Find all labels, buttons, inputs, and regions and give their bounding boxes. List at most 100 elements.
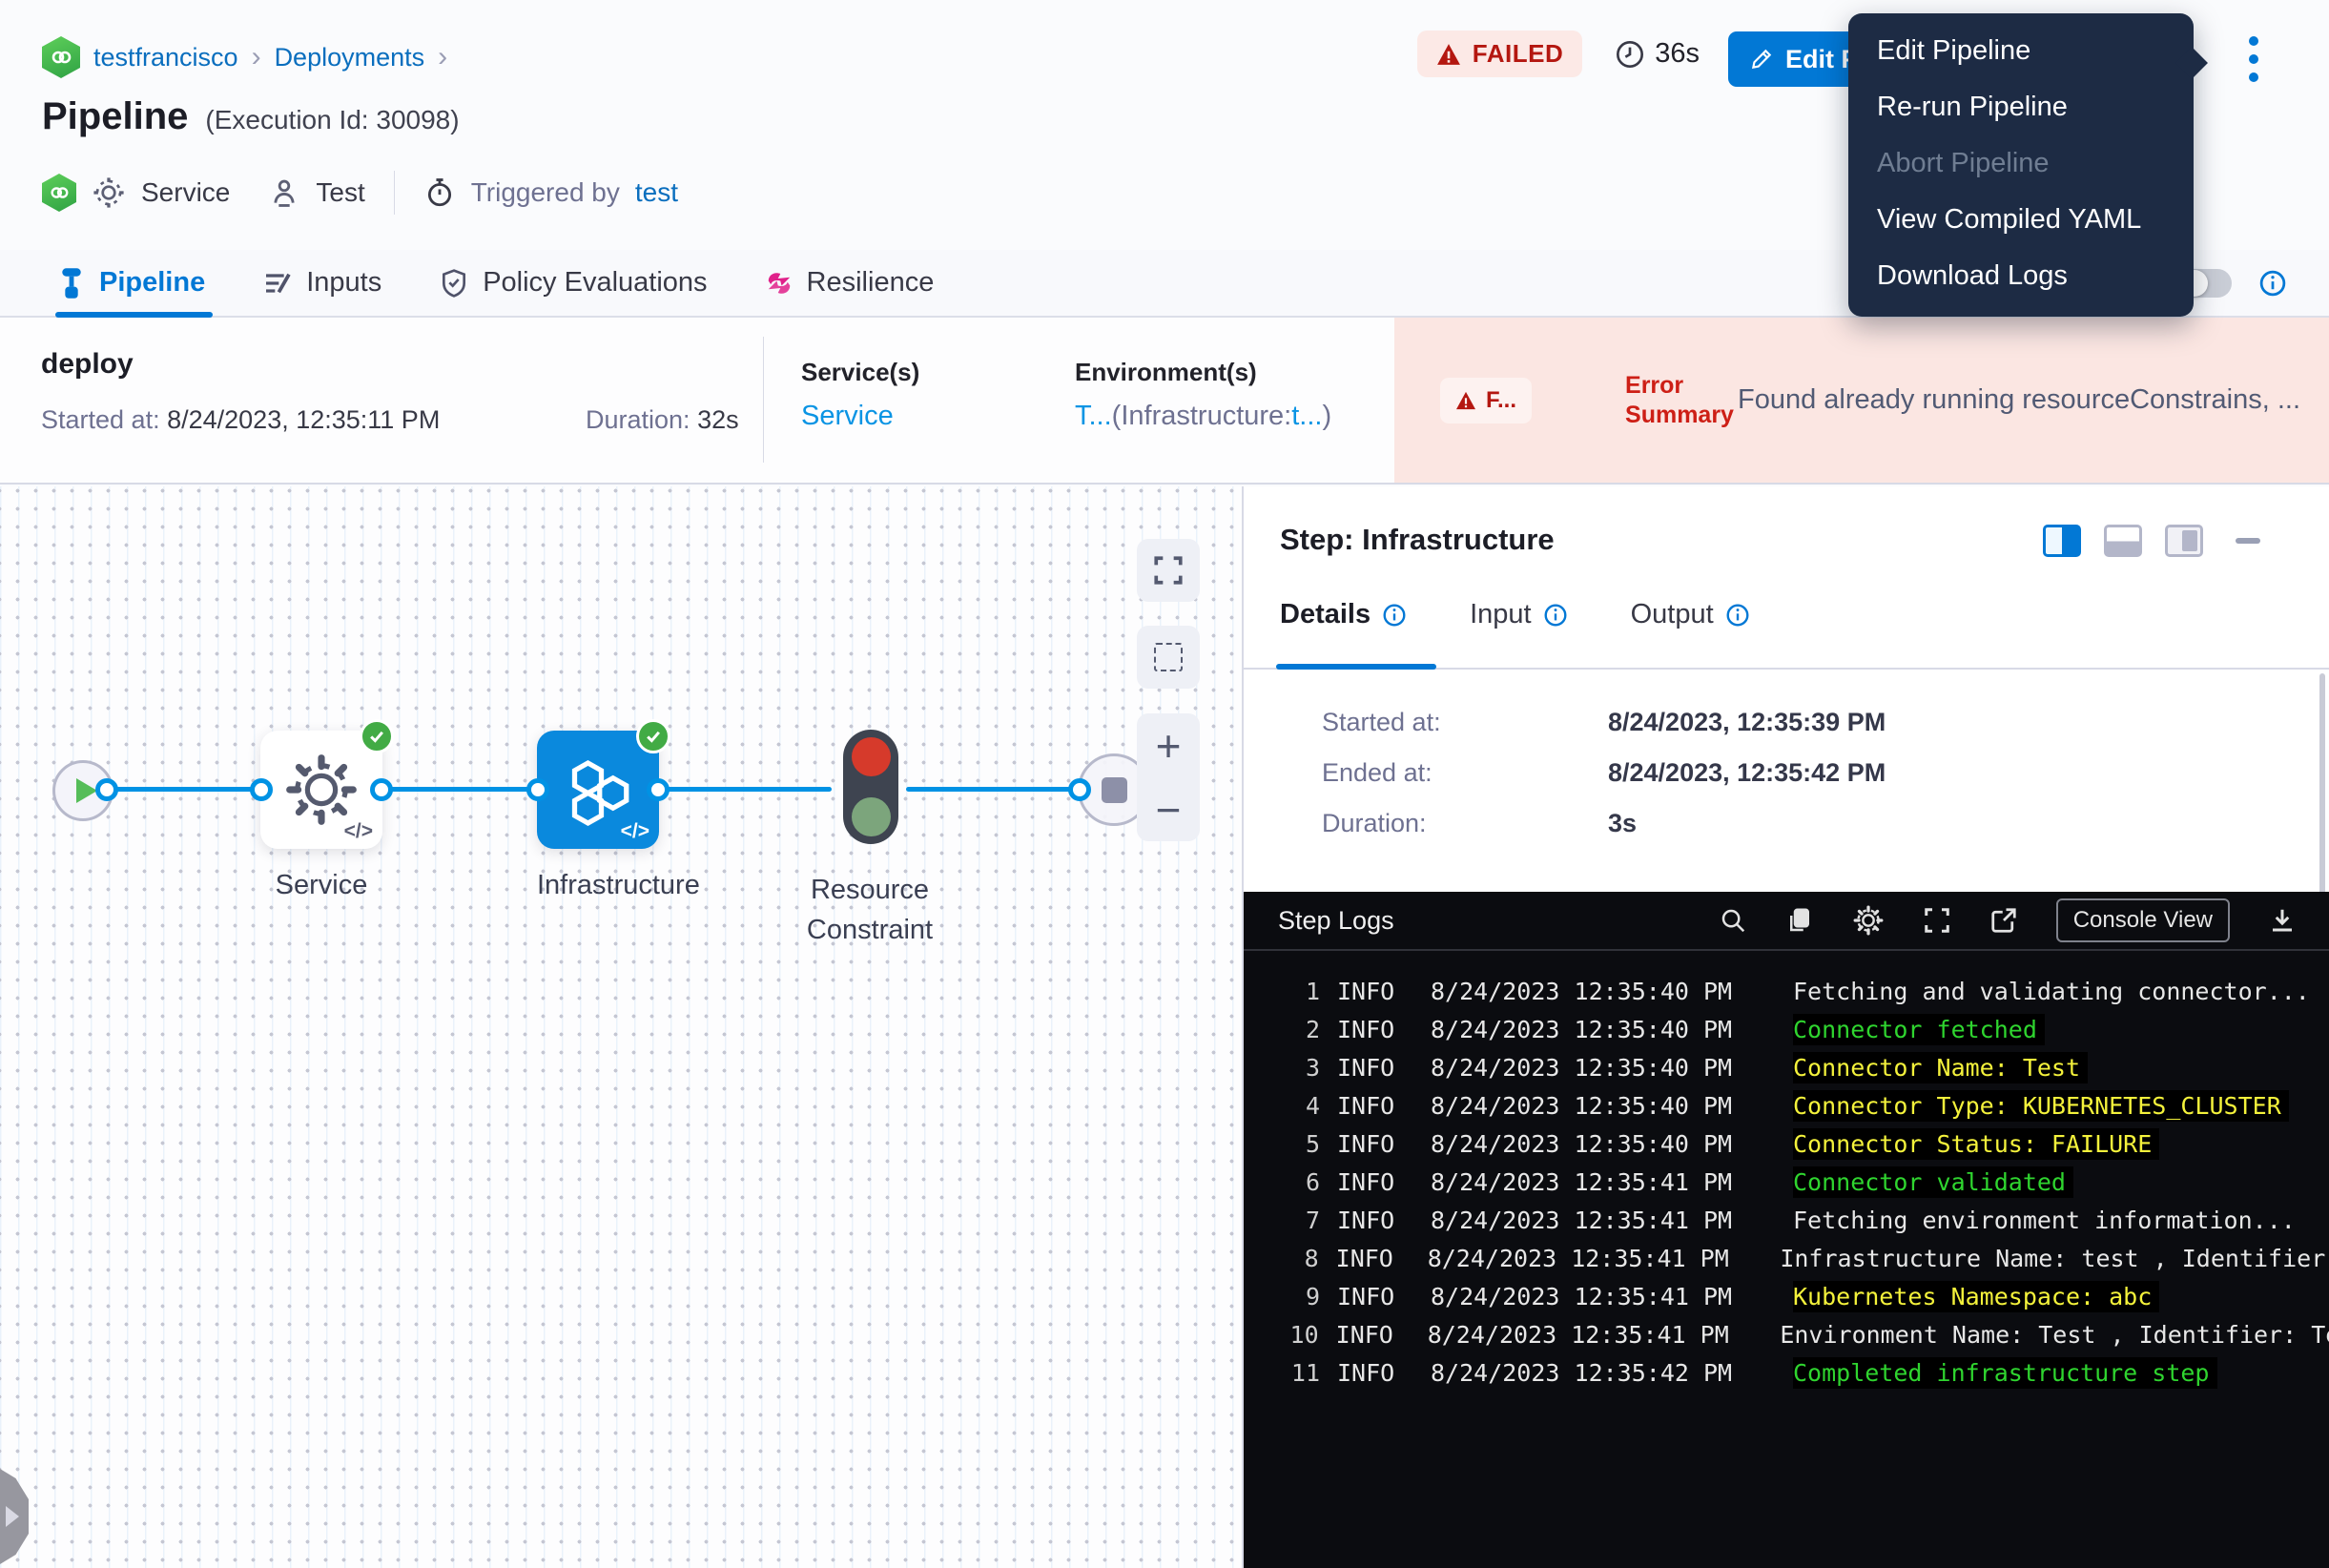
duration-chip: 36s — [1615, 38, 1700, 70]
more-options-button[interactable] — [2239, 34, 2268, 84]
menu-item-rerun-pipeline[interactable]: Re-run Pipeline — [1848, 79, 2194, 135]
tab-label: Resilience — [807, 267, 935, 299]
pipeline-canvas[interactable]: </> Service </> Infrastructure Resource … — [0, 486, 1242, 1568]
shield-check-icon — [439, 268, 469, 299]
menu-item-abort-pipeline[interactable]: Abort Pipeline — [1848, 135, 2194, 192]
code-glyph: </> — [344, 820, 373, 843]
log-row: 9INFO8/24/2023 12:35:41 PMKubernetes Nam… — [1244, 1277, 2329, 1315]
edge — [103, 787, 265, 792]
info-icon[interactable] — [1725, 603, 1750, 628]
tab-label: Inputs — [306, 267, 381, 299]
layout-horizontal-split-icon[interactable] — [2104, 525, 2142, 557]
edge — [906, 787, 1089, 792]
page-title: Pipeline — [42, 95, 188, 138]
tab-label: Policy Evaluations — [483, 267, 707, 299]
minimize-panel-button[interactable] — [2236, 538, 2260, 544]
logs-toolbar: Console View — [1719, 898, 2297, 942]
chevron-right-icon: › — [252, 41, 261, 73]
edge-port — [647, 778, 670, 801]
main-area: </> Service </> Infrastructure Resource … — [0, 486, 2329, 1568]
pencil-icon — [1749, 47, 1774, 72]
node-service[interactable]: </> — [260, 731, 382, 849]
tab-input[interactable]: Input — [1470, 599, 1568, 630]
environment-link[interactable]: T... — [1075, 401, 1112, 431]
search-icon[interactable] — [1719, 906, 1747, 935]
log-row: 2INFO8/24/2023 12:35:40 PMConnector fetc… — [1244, 1010, 2329, 1048]
service-tag-label[interactable]: Service — [141, 177, 230, 208]
field-row: Ended at: 8/24/2023, 12:35:42 PM — [1322, 758, 1886, 788]
hexagons-icon — [558, 750, 638, 830]
node-label-resource-constraint: Resource Constraint — [763, 870, 977, 950]
menu-item-edit-pipeline[interactable]: Edit Pipeline — [1848, 23, 2194, 79]
error-summary-region: F... Error Summary Found already running… — [1394, 318, 2329, 483]
tab-policy-evaluations[interactable]: Policy Evaluations — [439, 250, 707, 316]
tab-resilience[interactable]: Resilience — [765, 250, 935, 316]
info-icon[interactable] — [2258, 269, 2287, 298]
panel-tabs: Details Input Output — [1280, 599, 1750, 630]
pipeline-icon — [57, 267, 86, 299]
warning-icon — [1455, 391, 1476, 410]
app-root: testfrancisco › Deployments › Pipeline (… — [0, 0, 2329, 1568]
canvas-select-button[interactable] — [1137, 626, 1200, 689]
log-row: 11INFO8/24/2023 12:35:42 PMCompleted inf… — [1244, 1353, 2329, 1392]
breadcrumb-deployments-link[interactable]: Deployments — [275, 43, 425, 72]
step-logs-panel: Step Logs — [1244, 892, 2329, 1568]
panel-expand-handle[interactable] — [0, 1469, 29, 1564]
inputs-icon — [262, 268, 293, 299]
tab-inputs[interactable]: Inputs — [262, 250, 381, 316]
breadcrumb-project-link[interactable]: testfrancisco — [93, 43, 238, 72]
chevron-right-icon: › — [438, 41, 447, 73]
test-tag-label[interactable]: Test — [316, 177, 364, 208]
environments-column: Environment(s) T...(Infrastructure:t...) — [1075, 358, 1331, 432]
stage-name[interactable]: deploy — [41, 348, 134, 381]
canvas-fullscreen-button[interactable] — [1137, 539, 1200, 602]
step-details-panel: Step: Infrastructure Details Input — [1242, 486, 2329, 1568]
log-row: 1INFO8/24/2023 12:35:40 PMFetching and v… — [1244, 972, 2329, 1010]
module-icon — [42, 174, 76, 212]
services-label: Service(s) — [801, 358, 919, 387]
fullscreen-icon[interactable] — [1923, 906, 1951, 935]
info-icon[interactable] — [1543, 603, 1568, 628]
tab-label: Input — [1470, 599, 1532, 630]
edge-port — [1068, 778, 1091, 801]
layout-right-panel-icon[interactable] — [2165, 525, 2203, 557]
edge-port — [370, 778, 393, 801]
node-resource-constraint[interactable] — [843, 730, 898, 844]
step-details-fields: Started at: 8/24/2023, 12:35:39 PM Ended… — [1322, 708, 1886, 838]
infrastructure-link[interactable]: t... — [1291, 401, 1322, 431]
info-icon[interactable] — [1382, 603, 1407, 628]
download-icon[interactable] — [2268, 906, 2297, 935]
tab-output[interactable]: Output — [1631, 599, 1750, 630]
console-view-button[interactable]: Console View — [2056, 898, 2230, 942]
tab-details[interactable]: Details — [1280, 599, 1407, 630]
node-infrastructure[interactable]: </> — [537, 731, 659, 849]
error-summary-label: Error Summary — [1625, 371, 1738, 430]
service-link[interactable]: Service — [801, 401, 919, 432]
zoom-in-button[interactable]: + — [1156, 724, 1182, 768]
breadcrumb: testfrancisco › Deployments › — [42, 36, 447, 78]
external-link-icon[interactable] — [1989, 906, 2018, 935]
started-value: 8/24/2023, 12:35:11 PM — [167, 405, 440, 434]
menu-item-download-logs[interactable]: Download Logs — [1848, 248, 2194, 304]
tab-pipeline[interactable]: Pipeline — [57, 250, 205, 316]
error-summary-message[interactable]: Found already running resourceConstrains… — [1738, 384, 2300, 416]
gear-icon[interactable] — [1852, 904, 1885, 937]
gear-icon — [92, 175, 126, 210]
services-column: Service(s) Service — [801, 358, 919, 432]
zoom-out-button[interactable]: − — [1156, 788, 1182, 832]
layout-vertical-split-icon[interactable] — [2043, 525, 2081, 557]
divider — [763, 337, 764, 463]
field-value: 8/24/2023, 12:35:42 PM — [1608, 758, 1886, 788]
expand-arrow-icon — [6, 1506, 19, 1527]
stop-icon — [1102, 777, 1127, 803]
menu-item-view-compiled-yaml[interactable]: View Compiled YAML — [1848, 192, 2194, 248]
log-row: 6INFO8/24/2023 12:35:41 PMConnector vali… — [1244, 1163, 2329, 1201]
log-list: 1INFO8/24/2023 12:35:40 PMFetching and v… — [1244, 951, 2329, 1392]
copy-icon[interactable] — [1785, 906, 1814, 935]
status-text: FAILED — [1473, 39, 1563, 69]
tab-label: Details — [1280, 599, 1371, 630]
execution-id: (Execution Id: 30098) — [205, 105, 459, 135]
user-icon — [268, 176, 300, 209]
module-icon — [42, 36, 80, 78]
triggered-by-user-link[interactable]: test — [635, 177, 678, 208]
